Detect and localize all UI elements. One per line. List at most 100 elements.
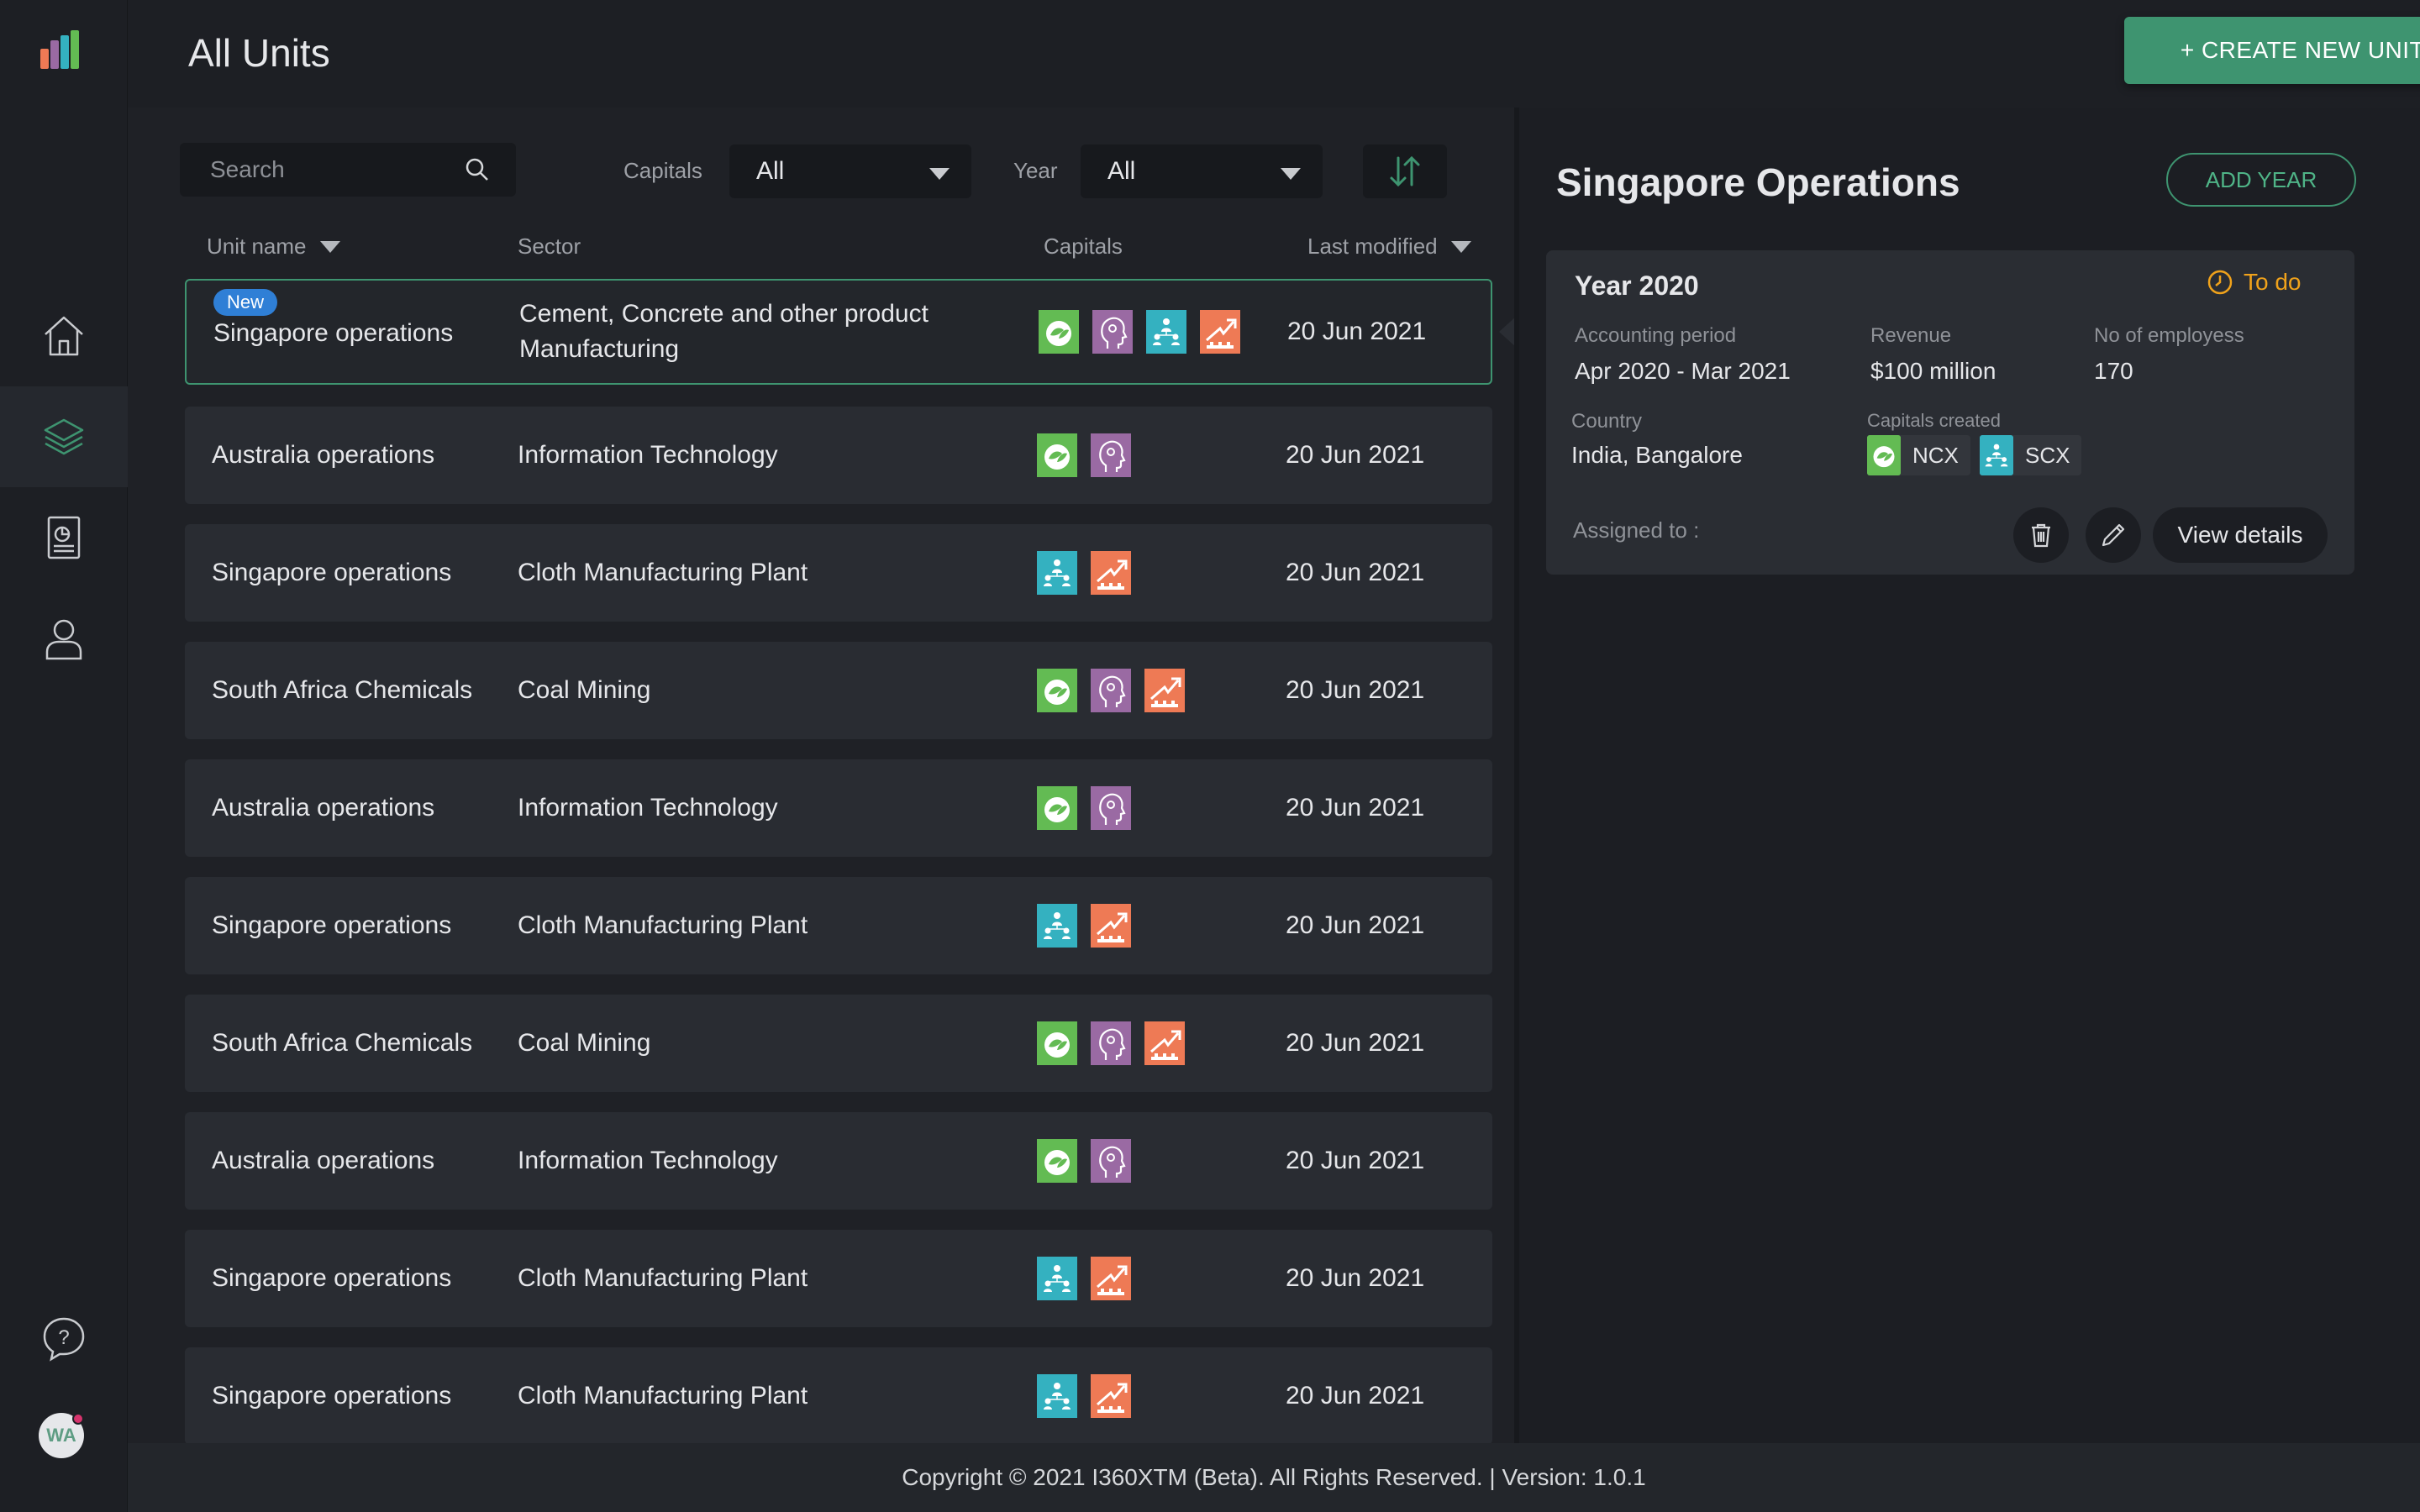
financial-capital-icon bbox=[1091, 904, 1131, 948]
sidebar-item-units[interactable] bbox=[0, 386, 128, 487]
sector-cell: Cement, Concrete and other product Manuf… bbox=[519, 300, 929, 363]
unit-name-cell: Singapore operations bbox=[212, 1382, 452, 1410]
table-row[interactable]: New Singapore operations Cement, Concrete … bbox=[185, 279, 1492, 385]
column-header-label: Capitals bbox=[1044, 234, 1123, 259]
table-row[interactable]: Australia operations Information Technolo… bbox=[185, 1112, 1492, 1210]
accounting-period-value: Apr 2020 - Mar 2021 bbox=[1575, 358, 1791, 384]
table-row[interactable]: Australia operations Information Technolo… bbox=[185, 759, 1492, 857]
capital-chip: NCX bbox=[1867, 435, 1970, 475]
last-modified-cell: 20 Jun 2021 bbox=[1286, 794, 1425, 822]
country-value: India, Bangalore bbox=[1571, 442, 1743, 468]
employees-label: No of employess bbox=[2094, 324, 2244, 347]
table-row[interactable]: Australia operations Information Technolo… bbox=[185, 407, 1492, 504]
user-icon bbox=[45, 619, 82, 660]
search-icon[interactable] bbox=[464, 156, 491, 183]
social-capital-icon bbox=[1037, 904, 1077, 948]
last-modified-cell: 20 Jun 2021 bbox=[1287, 318, 1427, 345]
last-modified-cell: 20 Jun 2021 bbox=[1286, 441, 1425, 469]
financial-capital-icon bbox=[1144, 669, 1185, 712]
footer: Copyright © 2021 I360XTM (Beta). All Rig… bbox=[128, 1443, 2420, 1512]
sidebar: ? WA bbox=[0, 0, 128, 1512]
avatar[interactable]: WA bbox=[39, 1413, 84, 1458]
selection-pointer bbox=[1499, 317, 1516, 347]
social-capital-icon bbox=[1037, 1257, 1077, 1300]
search-input[interactable] bbox=[180, 143, 457, 197]
sidebar-item-profile[interactable] bbox=[0, 588, 128, 689]
detail-title: Singapore Operations bbox=[1556, 160, 1960, 204]
chevron-down-icon bbox=[1450, 240, 1471, 253]
create-new-unit-button[interactable]: + CREATE NEW UNIT bbox=[2124, 17, 2420, 84]
sort-icon bbox=[1390, 155, 1420, 187]
last-modified-cell: 20 Jun 2021 bbox=[1286, 1029, 1425, 1057]
accounting-period-label: Accounting period bbox=[1575, 324, 1737, 347]
unit-name-cell: Australia operations bbox=[212, 441, 435, 469]
table-row[interactable]: Singapore operations Cloth Manufacturing … bbox=[185, 1347, 1492, 1445]
natural-capital-icon bbox=[1037, 786, 1077, 830]
capitals-cell bbox=[1037, 642, 1185, 739]
capitals-cell bbox=[1037, 524, 1131, 622]
last-modified-cell: 20 Jun 2021 bbox=[1286, 676, 1425, 704]
sector-cell: Information Technology bbox=[518, 794, 778, 822]
column-header-label: Sector bbox=[518, 234, 581, 259]
sector-cell: Cloth Manufacturing Plant bbox=[518, 1382, 808, 1410]
unit-name-cell: Singapore operations bbox=[212, 559, 452, 586]
edit-button[interactable] bbox=[2086, 507, 2141, 563]
capitals-filter-select[interactable]: All bbox=[729, 144, 971, 198]
chevron-down-icon bbox=[1281, 168, 1301, 180]
table-row[interactable]: South Africa Chemicals Coal Mining 20 Jun … bbox=[185, 642, 1492, 739]
app-logo[interactable] bbox=[39, 29, 86, 74]
add-year-button[interactable]: ADD YEAR bbox=[2166, 153, 2356, 207]
sidebar-item-reports[interactable] bbox=[0, 487, 128, 588]
table-row[interactable]: Singapore operations Cloth Manufacturing … bbox=[185, 524, 1492, 622]
column-header-unit-name[interactable]: Unit name bbox=[207, 234, 340, 260]
delete-button[interactable] bbox=[2013, 507, 2069, 563]
natural-capital-icon bbox=[1867, 435, 1901, 475]
top-header: All Units + CREATE NEW UNIT bbox=[128, 0, 2420, 108]
financial-capital-icon bbox=[1200, 310, 1240, 354]
table-row[interactable]: South Africa Chemicals Coal Mining 20 Jun … bbox=[185, 995, 1492, 1092]
last-modified-cell: 20 Jun 2021 bbox=[1286, 1264, 1425, 1292]
status-text: To do bbox=[2244, 269, 2302, 295]
unit-name-cell: South Africa Chemicals bbox=[212, 1029, 473, 1057]
sidebar-item-home[interactable] bbox=[0, 286, 128, 386]
financial-capital-icon bbox=[1091, 1257, 1131, 1300]
capitals-cell bbox=[1037, 877, 1131, 974]
natural-capital-icon bbox=[1039, 310, 1079, 354]
column-header-sector: Sector bbox=[518, 234, 581, 260]
sector-cell: Cloth Manufacturing Plant bbox=[518, 911, 808, 939]
social-capital-icon bbox=[1146, 310, 1186, 354]
sector-cell: Information Technology bbox=[518, 1147, 778, 1174]
unit-name-cell: Australia operations bbox=[212, 1147, 435, 1174]
view-details-button[interactable]: View details bbox=[2153, 507, 2328, 563]
sector-cell: Information Technology bbox=[518, 441, 778, 469]
employees-value: 170 bbox=[2094, 358, 2133, 384]
human-capital-icon bbox=[1091, 786, 1131, 830]
table-row[interactable]: Singapore operations Cloth Manufacturing … bbox=[185, 877, 1492, 974]
sector-cell: Cloth Manufacturing Plant bbox=[518, 1264, 808, 1292]
table-row[interactable]: Singapore operations Cloth Manufacturing … bbox=[185, 1230, 1492, 1327]
year-filter-select[interactable]: All bbox=[1081, 144, 1323, 198]
financial-capital-icon bbox=[1091, 551, 1131, 595]
human-capital-icon bbox=[1091, 1021, 1131, 1065]
social-capital-icon bbox=[1037, 551, 1077, 595]
human-capital-icon bbox=[1091, 433, 1131, 477]
financial-capital-icon bbox=[1144, 1021, 1185, 1065]
natural-capital-icon bbox=[1037, 1021, 1077, 1065]
column-header-capitals: Capitals bbox=[1044, 234, 1123, 260]
column-header-last-modified[interactable]: Last modified bbox=[1307, 234, 1471, 260]
new-badge: New bbox=[213, 289, 278, 316]
natural-capital-icon bbox=[1037, 669, 1077, 712]
chevron-down-icon bbox=[929, 168, 950, 180]
sector-cell: Coal Mining bbox=[518, 1029, 651, 1057]
unit-name-cell: Singapore operations bbox=[212, 911, 452, 939]
year-card: Year 2020 To do Accounting period Apr 20… bbox=[1546, 250, 2354, 575]
home-icon bbox=[45, 316, 83, 356]
capital-chip: SCX bbox=[1980, 435, 2082, 475]
notification-dot bbox=[72, 1413, 84, 1425]
social-capital-icon bbox=[1037, 1374, 1077, 1418]
social-capital-icon bbox=[1980, 435, 2013, 475]
help-button[interactable]: ? bbox=[0, 1289, 128, 1389]
capitals-cell bbox=[1039, 281, 1240, 383]
assigned-to-label: Assigned to : bbox=[1573, 517, 1700, 543]
sort-button[interactable] bbox=[1363, 144, 1447, 198]
